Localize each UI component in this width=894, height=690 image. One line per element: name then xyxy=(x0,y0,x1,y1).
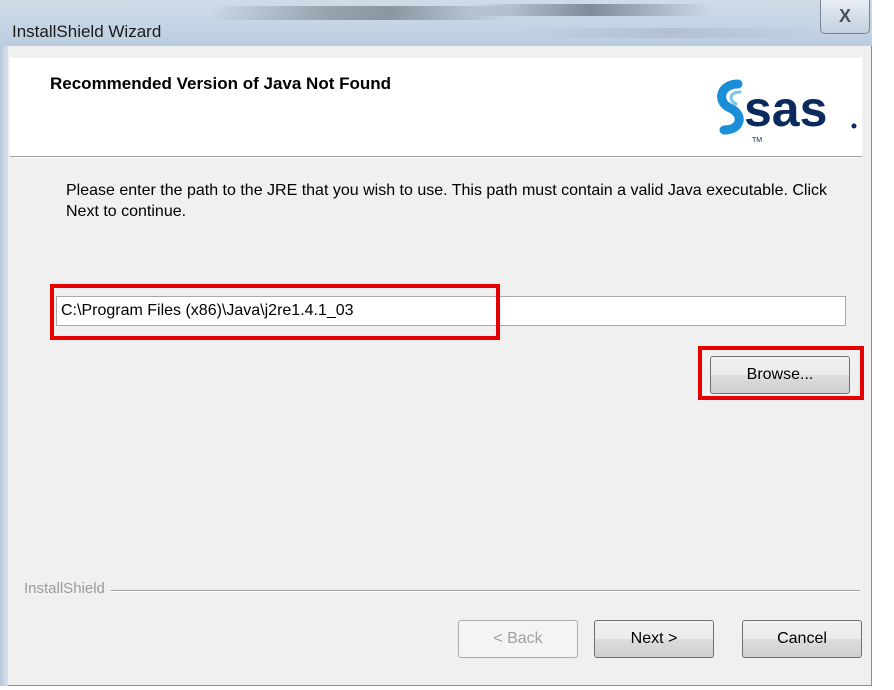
sas-logo: sas TM xyxy=(717,79,857,144)
back-button-label: < Back xyxy=(493,630,543,647)
window-frame xyxy=(0,46,8,686)
sas-swirl-icon xyxy=(717,79,744,135)
next-button[interactable]: Next > xyxy=(594,620,714,658)
title-bar-background-decoration xyxy=(468,4,712,16)
installshield-wizard-window: InstallShield Wizard X Recommended Versi… xyxy=(0,0,872,686)
header-divider xyxy=(10,156,862,158)
browse-button-label: Browse... xyxy=(746,366,814,383)
title-bar-background-decoration xyxy=(520,28,820,38)
jre-path-input[interactable] xyxy=(56,296,846,326)
sas-logo-text: sas xyxy=(744,81,827,137)
instructions-text: Please enter the path to the JRE that yo… xyxy=(66,182,828,220)
installshield-brand-label: InstallShield xyxy=(24,580,111,597)
close-button[interactable]: X xyxy=(820,0,870,34)
close-icon: X xyxy=(838,6,851,26)
browse-button[interactable]: Browse... xyxy=(710,356,850,394)
cancel-button[interactable]: Cancel xyxy=(742,620,862,658)
next-button-label: Next > xyxy=(630,630,678,647)
footer-divider xyxy=(24,590,860,592)
window-title: InstallShield Wizard xyxy=(12,22,162,41)
svg-text:TM: TM xyxy=(752,137,762,144)
title-bar[interactable]: InstallShield Wizard X xyxy=(0,0,872,46)
back-button[interactable]: < Back xyxy=(458,620,578,658)
cancel-button-label: Cancel xyxy=(777,630,827,647)
wizard-header: Recommended Version of Java Not Found sa… xyxy=(10,58,862,156)
page-title: Recommended Version of Java Not Found xyxy=(50,74,392,93)
title-bar-background-decoration xyxy=(208,6,512,20)
